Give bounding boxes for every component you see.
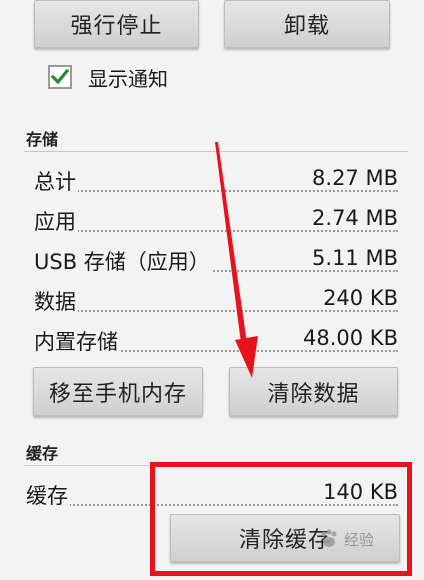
- clear-data-button[interactable]: 清除数据: [229, 367, 398, 416]
- uninstall-button[interactable]: 卸载: [224, 0, 390, 48]
- show-notifications-row[interactable]: 显示通知: [48, 62, 168, 92]
- force-stop-button[interactable]: 强行停止: [34, 0, 199, 48]
- storage-row-total: 总计 8.27 MB: [34, 166, 398, 200]
- show-notifications-label: 显示通知: [88, 66, 168, 91]
- storage-section-header: 存储: [26, 130, 59, 149]
- row-label: 总计: [34, 166, 78, 196]
- baidu-watermark: 经验: [318, 528, 374, 550]
- row-value: 240 KB: [319, 286, 398, 310]
- dotted-leader: [34, 190, 398, 192]
- row-value: 8.27 MB: [308, 166, 398, 190]
- cache-section-header: 缓存: [26, 444, 59, 463]
- storage-row-usb: USB 存储（应用） 5.11 MB: [34, 246, 398, 280]
- row-label: 数据: [34, 286, 78, 316]
- storage-row-app: 应用 2.74 MB: [34, 206, 398, 240]
- app-info-screen: 强行停止 卸载 显示通知 存储 总计 8.27 MB 应用 2.74 MB US…: [0, 0, 424, 580]
- storage-row-internal: 内置存储 48.00 KB: [34, 326, 398, 360]
- show-notifications-checkbox[interactable]: [48, 65, 72, 89]
- watermark-text: 经验: [344, 530, 375, 549]
- highlight-box: [150, 462, 412, 576]
- dotted-leader: [34, 230, 398, 232]
- row-label: USB 存储（应用）: [34, 246, 212, 276]
- row-label: 内置存储: [34, 326, 120, 356]
- row-value: 48.00 KB: [299, 326, 398, 350]
- row-value: 2.74 MB: [308, 206, 398, 230]
- storage-row-data: 数据 240 KB: [34, 286, 398, 320]
- row-label: 缓存: [26, 480, 70, 510]
- dotted-leader: [34, 310, 398, 312]
- move-to-phone-storage-button[interactable]: 移至手机内存: [33, 367, 203, 416]
- paw-icon: [321, 529, 337, 547]
- storage-divider: [24, 151, 408, 152]
- checkmark-icon: [50, 68, 70, 85]
- row-label: 应用: [34, 206, 78, 236]
- row-value: 5.11 MB: [308, 246, 398, 270]
